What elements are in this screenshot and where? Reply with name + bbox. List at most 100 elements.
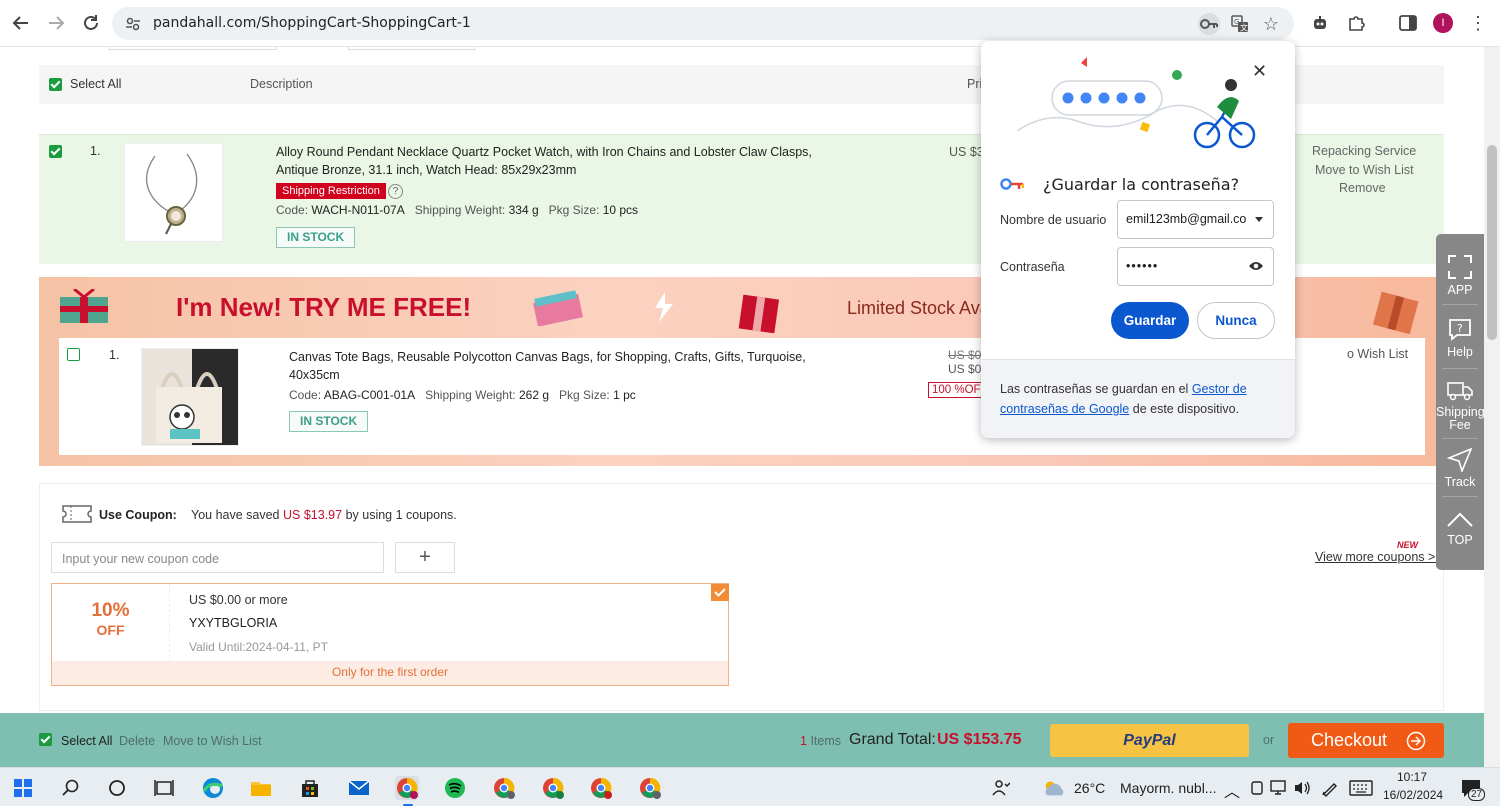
move-to-wishlist-link[interactable]: Move to Wish List (1315, 163, 1414, 177)
weather-description[interactable]: Mayorm. nubl... (1120, 780, 1216, 796)
clock-time[interactable]: 10:17 (1397, 770, 1427, 784)
chrome-profile-m-icon[interactable] (541, 776, 565, 800)
add-coupon-button[interactable]: + (395, 542, 455, 573)
url-text[interactable]: pandahall.com/ShoppingCart-ShoppingCart-… (153, 15, 471, 31)
item-checkbox[interactable] (49, 145, 62, 158)
checkout-button[interactable]: Checkout (1288, 723, 1444, 758)
select-all-label[interactable]: Select All (70, 77, 121, 91)
scrollbar-thumb[interactable] (1487, 145, 1497, 340)
profile-avatar[interactable]: I (1433, 13, 1453, 33)
site-settings-icon[interactable] (124, 15, 142, 33)
windows-taskbar: 26°C Mayorm. nubl... ︿ 10:17 16/02/2024 … (0, 767, 1500, 806)
item-meta: Code: WACH-N011-07A Shipping Weight: 334… (276, 203, 639, 217)
select-all-checkbox[interactable] (49, 78, 62, 91)
page-scrollbar[interactable] (1484, 47, 1500, 767)
floating-side-panel: APP ? Help Shipping Fee Track TOP (1436, 234, 1485, 570)
coupon-valid-until: Valid Until:2024-04-11, PT (189, 640, 328, 654)
pen-icon[interactable] (1318, 776, 1342, 800)
description-header: Description (250, 77, 313, 91)
svg-text:文: 文 (1240, 23, 1248, 33)
start-windows-icon[interactable] (11, 776, 35, 800)
svg-text:?: ? (1457, 322, 1463, 335)
chrome-profile-h-icon[interactable] (589, 776, 613, 800)
task-view-icon[interactable] (152, 776, 176, 800)
item-title[interactable]: Alloy Round Pendant Necklace Quartz Pock… (276, 143, 812, 179)
keyboard-icon[interactable] (1347, 776, 1375, 800)
promo-title: I'm New! TRY ME FREE! (176, 292, 472, 322)
side-track-button[interactable]: Track (1436, 446, 1484, 489)
shipping-restriction-badge: Shipping Restriction (276, 183, 386, 199)
dialog-title: ¿Guardar la contraseña? (1043, 175, 1240, 194)
clock-date[interactable]: 16/02/2024 (1383, 788, 1443, 802)
coupon-saved-text: You have saved US $13.97 by using 1 coup… (191, 508, 457, 522)
coupon-selected-check-icon[interactable] (711, 584, 729, 601)
product-image-watch[interactable] (124, 143, 223, 242)
paypal-button[interactable]: PayPal (1050, 724, 1249, 757)
side-top-button[interactable]: TOP (1436, 510, 1484, 547)
help-question-icon[interactable]: ? (388, 184, 403, 199)
promo-wishlist-link[interactable]: o Wish List (1347, 347, 1408, 361)
show-password-eye-icon[interactable] (1248, 260, 1264, 272)
people-icon[interactable] (989, 776, 1013, 800)
chrome-profile-d-icon[interactable] (638, 776, 662, 800)
use-coupon-label: Use Coupon: (99, 508, 177, 522)
promo-item-checkbox[interactable] (67, 348, 80, 361)
tray-chevron-up-icon[interactable]: ︿ (1224, 778, 1240, 802)
back-button[interactable] (8, 10, 34, 36)
dropdown-caret-icon[interactable] (1255, 217, 1263, 222)
product-image-tote[interactable] (141, 348, 239, 446)
reload-button[interactable] (78, 10, 104, 36)
notification-count: 27 (1468, 788, 1486, 801)
bottom-move-wishlist-link[interactable]: Move to Wish List (163, 734, 262, 748)
expand-icon (1448, 255, 1472, 279)
remove-link[interactable]: Remove (1339, 181, 1386, 195)
bottom-delete-link[interactable]: Delete (119, 734, 155, 748)
coupon-code-input[interactable]: Input your new coupon code (51, 542, 384, 573)
side-app-button[interactable]: APP (1436, 254, 1484, 297)
mail-icon[interactable] (347, 776, 371, 800)
search-icon[interactable] (59, 776, 83, 800)
bottom-select-all-label[interactable]: Select All (61, 734, 112, 748)
extensions-puzzle-icon[interactable] (1345, 12, 1367, 34)
promo-item-title[interactable]: Canvas Tote Bags, Reusable Polycotton Ca… (289, 348, 806, 384)
menu-dots-icon[interactable]: ⋮ (1467, 12, 1489, 34)
promo-subtitle: Limited Stock Ava (847, 298, 990, 318)
username-select[interactable]: emil123mb@gmail.co (1117, 200, 1274, 239)
close-icon[interactable]: ✕ (1252, 61, 1267, 82)
spotify-icon[interactable] (443, 776, 467, 800)
chrome-profile-e-icon[interactable] (492, 776, 516, 800)
store-bag-icon[interactable] (298, 776, 322, 800)
side-help-button[interactable]: ? Help (1436, 318, 1484, 359)
view-more-coupons-link[interactable]: View more coupons >> (1315, 550, 1443, 564)
weather-cloud-icon[interactable] (1042, 776, 1066, 800)
tray-device-icon[interactable] (1245, 776, 1269, 800)
item-index: 1. (90, 144, 101, 158)
edge-browser-icon[interactable] (201, 776, 225, 800)
chrome-profile-i-icon[interactable] (395, 776, 419, 800)
translate-icon[interactable]: 文G (1229, 13, 1251, 35)
password-key-icon[interactable] (1198, 13, 1220, 35)
coupon-condition: US $0.00 or more (189, 593, 288, 607)
bookmark-star-icon[interactable]: ☆ (1260, 13, 1282, 35)
extension-robot-icon[interactable] (1309, 12, 1331, 34)
weather-temperature[interactable]: 26°C (1074, 780, 1105, 796)
repacking-service-link[interactable]: Repacking Service (1312, 144, 1416, 158)
grand-total-label: Grand Total: (849, 731, 936, 748)
in-stock-badge: IN STOCK (289, 411, 369, 432)
side-shipping-fee-button[interactable]: Shipping Fee (1436, 380, 1485, 432)
volume-icon[interactable] (1290, 776, 1314, 800)
forward-button[interactable] (43, 10, 69, 36)
cortana-circle-icon[interactable] (105, 776, 129, 800)
top-field-edge (348, 47, 475, 50)
never-save-button[interactable]: Nunca (1197, 302, 1275, 339)
bottom-select-all-checkbox[interactable] (39, 733, 52, 746)
password-label: Contraseña (1000, 260, 1065, 274)
save-password-button[interactable]: Guardar (1111, 302, 1189, 339)
network-icon[interactable] (1267, 776, 1291, 800)
coupon-card[interactable]: 10% OFF US $0.00 or more YXYTBGLORIA Val… (51, 583, 729, 686)
password-field[interactable]: •••••• (1117, 247, 1274, 286)
gift-icon (60, 289, 108, 323)
side-panel-icon[interactable] (1397, 12, 1419, 34)
file-explorer-icon[interactable] (249, 776, 273, 800)
address-bar[interactable]: pandahall.com/ShoppingCart-ShoppingCart-… (112, 7, 1294, 40)
